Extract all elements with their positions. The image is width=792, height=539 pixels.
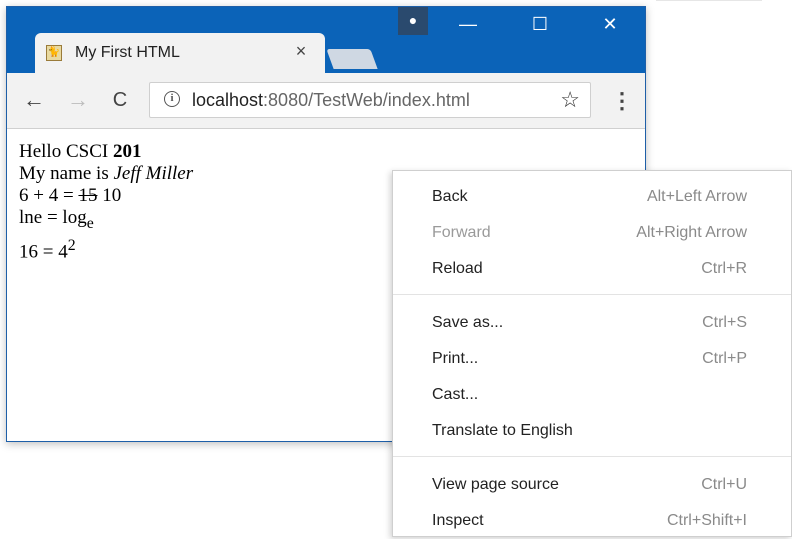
menu-item-forward[interactable]: Forward Alt+Right Arrow <box>393 215 791 251</box>
menu-separator <box>393 456 791 457</box>
background-window-edge <box>656 0 762 11</box>
menu-item-shortcut: Ctrl+U <box>701 476 747 493</box>
menu-separator <box>393 294 791 295</box>
menu-item-label: Cast... <box>432 386 479 403</box>
content-line-1: Hello CSCI 201 <box>19 141 142 162</box>
tab-title: My First HTML <box>75 44 180 61</box>
back-arrow-icon[interactable]: ← <box>21 87 47 113</box>
title-bar: 🐈 My First HTML × ● — ☐ ✕ <box>7 7 645 73</box>
address-bar[interactable]: i localhost:8080/TestWeb/index.html ☆ <box>149 82 591 118</box>
menu-item-shortcut: Alt+Right Arrow <box>636 224 747 241</box>
menu-item-label: Forward <box>432 224 491 241</box>
menu-item-cast[interactable]: Cast... <box>393 377 791 413</box>
menu-item-reload[interactable]: Reload Ctrl+R <box>393 251 791 287</box>
menu-item-back[interactable]: Back Alt+Left Arrow <box>393 179 791 215</box>
menu-item-shortcut: Alt+Left Arrow <box>646 188 747 205</box>
profile-icon[interactable]: ● <box>398 7 428 35</box>
superscript-text: 2 <box>67 236 76 254</box>
close-button[interactable]: ✕ <box>587 7 633 41</box>
tab-my-first-html[interactable]: 🐈 My First HTML × <box>35 33 325 73</box>
menu-item-label: Reload <box>432 260 483 277</box>
menu-item-print[interactable]: Print... Ctrl+P <box>393 341 791 377</box>
menu-item-inspect[interactable]: Inspect Ctrl+Shift+I <box>393 503 791 539</box>
menu-item-label: Back <box>432 188 468 205</box>
bookmark-star-icon[interactable]: ☆ <box>560 87 580 113</box>
new-tab-button[interactable] <box>326 49 378 69</box>
menu-item-label: Inspect <box>432 512 484 529</box>
maximize-button[interactable]: ☐ <box>517 7 563 41</box>
url-host: localhost <box>192 90 264 110</box>
minimize-button[interactable]: — <box>445 7 491 41</box>
strikethrough-text: 15 <box>78 185 98 206</box>
italic-text: Jeff Miller <box>113 163 194 184</box>
context-menu: Back Alt+Left Arrow Forward Alt+Right Arrow… <box>392 170 792 537</box>
info-icon[interactable]: i <box>164 91 180 107</box>
forward-arrow-icon[interactable]: → <box>65 87 91 113</box>
menu-item-shortcut: Ctrl+Shift+I <box>666 512 747 529</box>
menu-item-label: View page source <box>432 476 559 493</box>
bold-text: 201 <box>112 141 142 162</box>
url-text: localhost:8080/TestWeb/index.html <box>192 90 470 111</box>
menu-item-label: Save as... <box>432 314 504 331</box>
menu-item-shortcut: Ctrl+R <box>701 260 747 277</box>
menu-item-shortcut: Ctrl+S <box>702 314 747 331</box>
tab-close-icon[interactable]: × <box>291 41 311 61</box>
subscript-text: e <box>86 214 94 232</box>
tomcat-favicon-icon: 🐈 <box>46 45 62 61</box>
menu-item-label: Print... <box>432 350 479 367</box>
menu-item-label: Translate to English <box>432 422 573 439</box>
menu-item-view-page-source[interactable]: View page source Ctrl+U <box>393 467 791 503</box>
menu-item-save-as[interactable]: Save as... Ctrl+S <box>393 305 791 341</box>
reload-icon[interactable]: C <box>107 87 133 113</box>
toolbar: ← → C i localhost:8080/TestWeb/index.htm… <box>7 73 645 129</box>
menu-item-translate-to-english[interactable]: Translate to English <box>393 413 791 449</box>
menu-kebab-icon[interactable]: ⋮ <box>611 87 633 115</box>
menu-item-shortcut: Ctrl+P <box>702 350 747 367</box>
url-path: :8080/TestWeb/index.html <box>263 90 470 110</box>
